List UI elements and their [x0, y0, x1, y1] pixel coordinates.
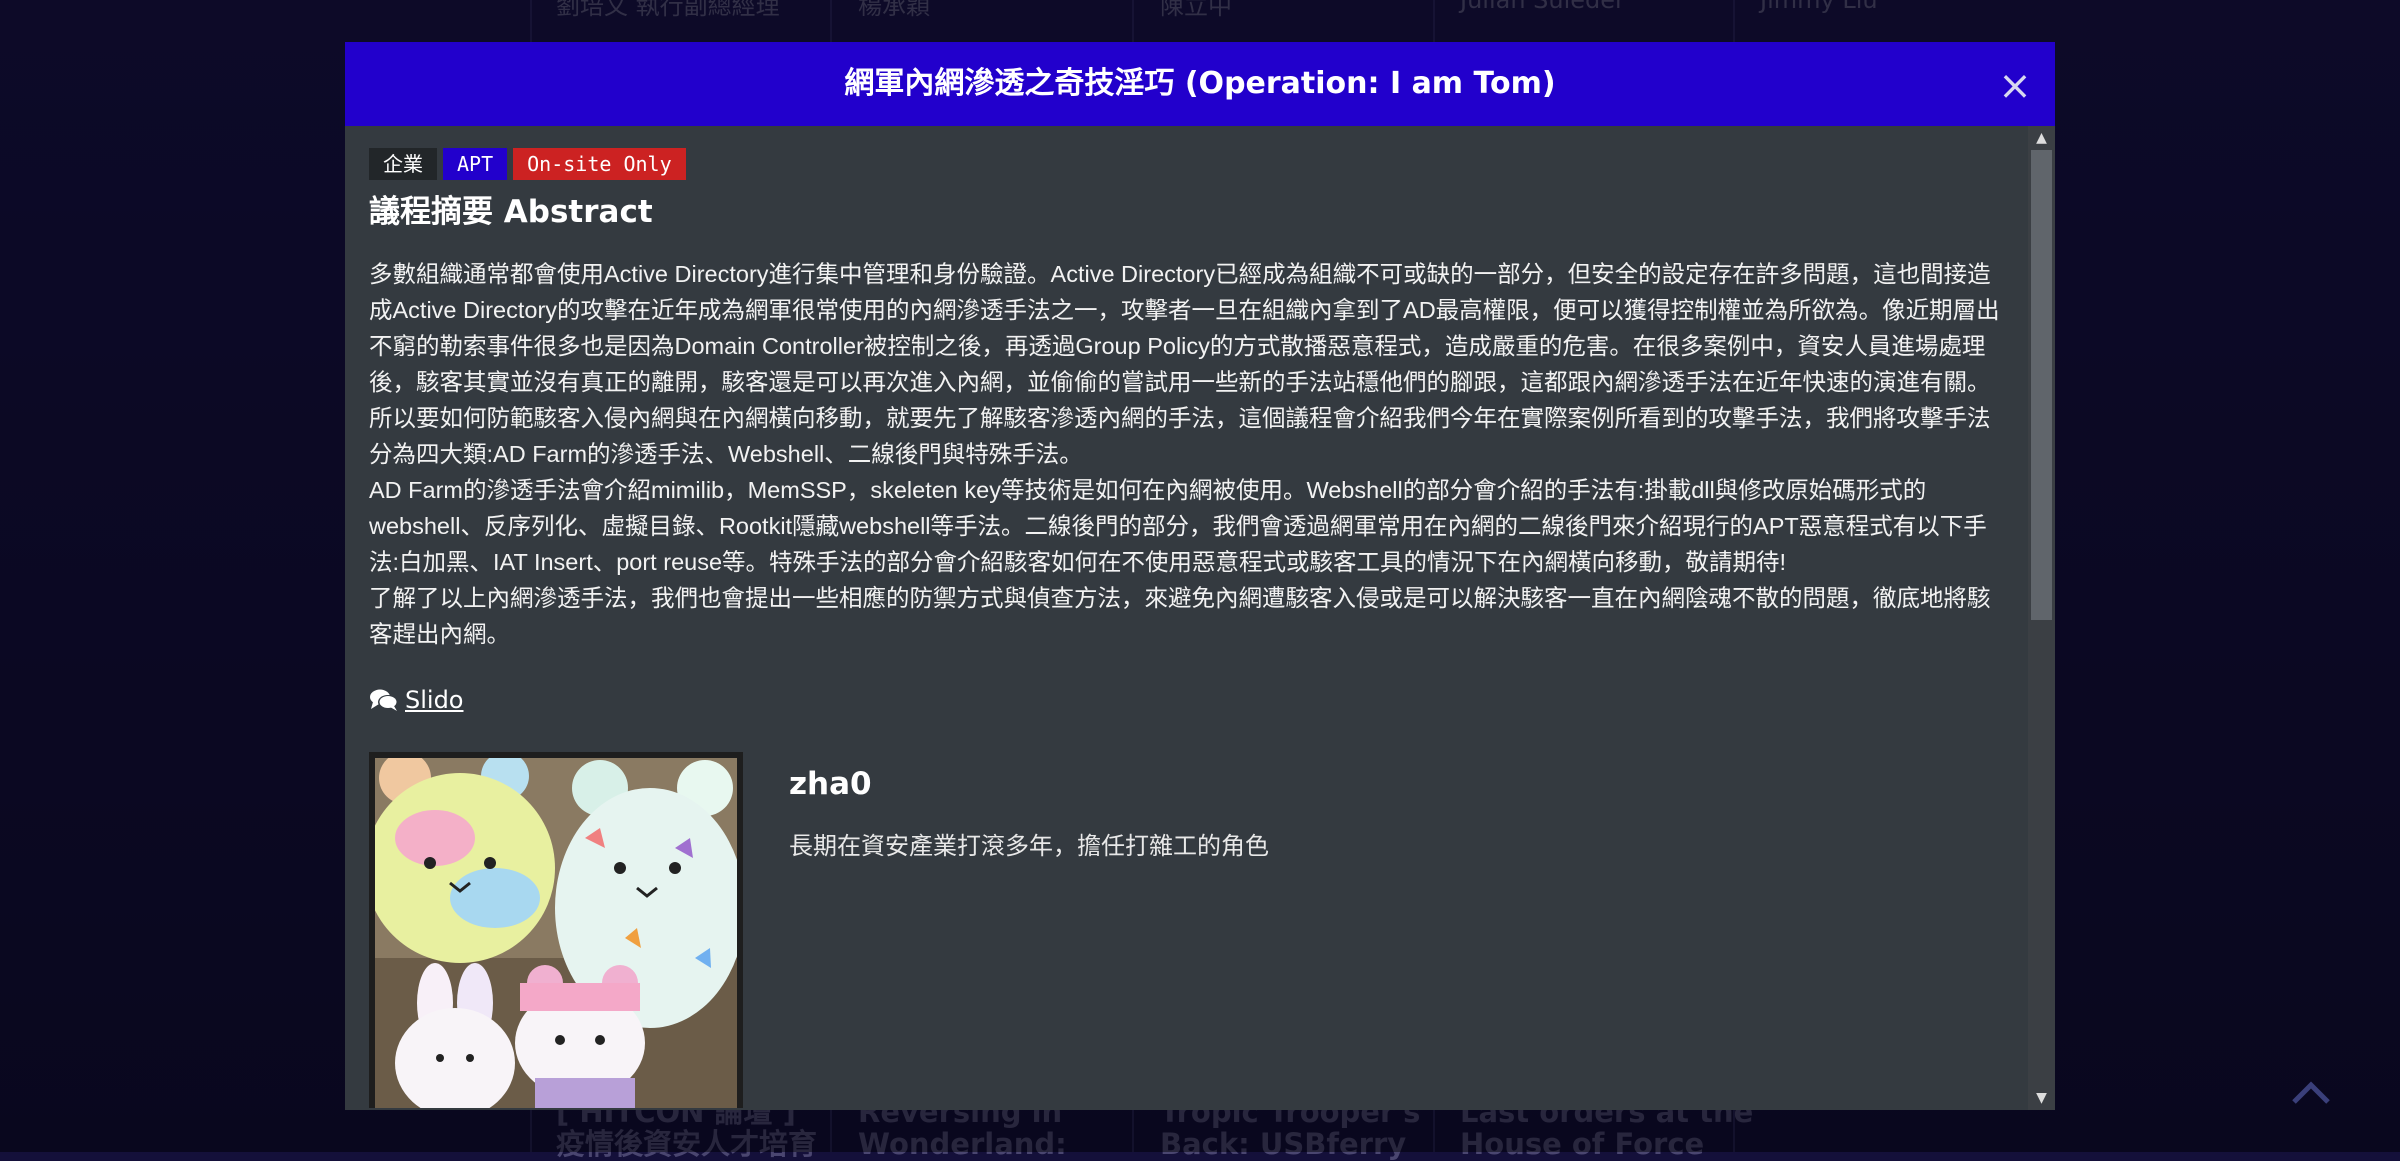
back-to-top-icon[interactable]: [2290, 1072, 2332, 1114]
speaker-section: zha0 長期在資安產業打滾多年，擔任打雜工的角色: [369, 752, 2024, 1108]
close-icon[interactable]: ×: [1995, 66, 2035, 106]
modal-title: 網軍內網滲透之奇技淫巧 (Operation: I am Tom): [844, 66, 1556, 101]
tag-list: 企業 APT On-site Only: [369, 148, 2024, 180]
abstract-text: 多數組織通常都會使用Active Directory進行集中管理和身份驗證。Ac…: [369, 256, 2009, 652]
plush-toys-image: [375, 758, 737, 1108]
abstract-paragraph: AD Farm的滲透手法會介紹mimilib，MemSSP，skeleten k…: [369, 477, 1987, 575]
scroll-thumb[interactable]: [2031, 150, 2052, 620]
modal-header: 網軍內網滲透之奇技淫巧 (Operation: I am Tom) ×: [345, 42, 2055, 126]
speaker-name: zha0: [789, 766, 872, 802]
abstract-paragraph: 了解了以上內網滲透手法，我們也會提出一些相應的防禦方式與偵查方法，來避免內網遭駭…: [369, 585, 1991, 647]
abstract-heading: 議程摘要 Abstract: [369, 194, 653, 230]
slido-link[interactable]: Slido: [405, 686, 464, 714]
comments-icon: [370, 689, 398, 711]
scroll-up-arrow-icon[interactable]: ▲: [2028, 126, 2055, 150]
modal-body: 企業 APT On-site Only 議程摘要 Abstract 多數組織通常…: [369, 148, 2024, 1108]
tag-company: 企業: [369, 148, 437, 180]
modal-scrollbar[interactable]: ▲ ▼: [2028, 126, 2055, 1110]
slido-link-row[interactable]: Slido: [369, 682, 2024, 718]
tag-onsite-only: On-site Only: [513, 148, 686, 180]
speaker-bio: 長期在資安產業打滾多年，擔任打雜工的角色: [789, 832, 1269, 860]
speaker-photo: [369, 752, 743, 1108]
scroll-down-arrow-icon[interactable]: ▼: [2028, 1086, 2055, 1110]
tag-apt: APT: [443, 148, 508, 180]
session-modal: 網軍內網滲透之奇技淫巧 (Operation: I am Tom) × 企業 A…: [345, 42, 2055, 1110]
abstract-paragraph: 多數組織通常都會使用Active Directory進行集中管理和身份驗證。Ac…: [369, 261, 2000, 467]
